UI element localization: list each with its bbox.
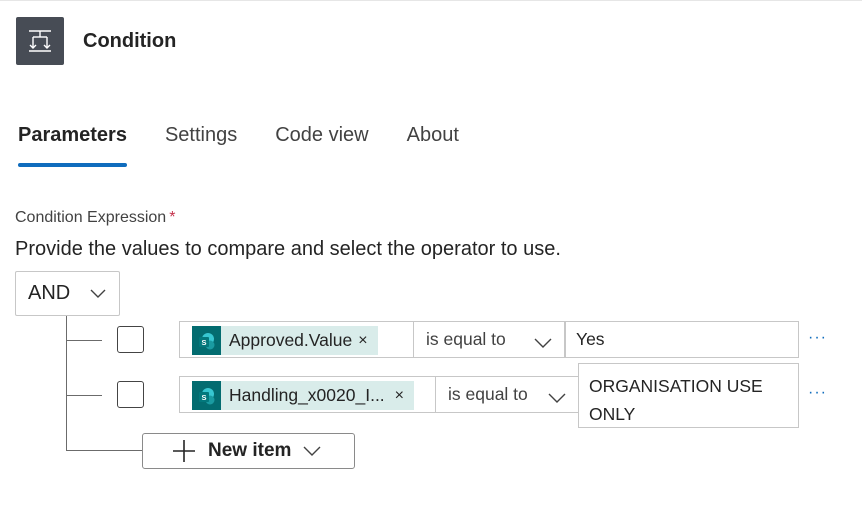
tree-connector-new-item	[66, 450, 142, 451]
tab-about[interactable]: About	[407, 124, 459, 168]
svg-text:S: S	[201, 393, 206, 402]
row-1-more-button[interactable]: ···	[808, 329, 827, 347]
chevron-down-icon	[303, 445, 321, 457]
row-1-token-label: Approved.Value	[229, 330, 353, 350]
chevron-down-icon	[548, 389, 566, 410]
row-2-token-remove[interactable]: ×	[395, 387, 404, 405]
row-1-left-operand[interactable]: S Approved.Value ×	[179, 321, 414, 358]
row-2-value-field[interactable]: ORGANISATION USE ONLY	[578, 363, 799, 428]
plus-icon	[172, 439, 196, 463]
svg-text:S: S	[201, 338, 206, 347]
row-2-left-operand[interactable]: S Handling_x0020_I... ×	[179, 376, 436, 413]
action-title: Condition	[83, 29, 177, 52]
sharepoint-icon: S	[192, 381, 221, 410]
sharepoint-icon: S	[192, 326, 221, 355]
condition-icon	[16, 17, 64, 65]
row-2-token: S Handling_x0020_I... ×	[192, 381, 415, 410]
group-operator-dropdown[interactable]: AND	[15, 271, 120, 316]
tree-connector-row-2	[66, 395, 102, 396]
tab-parameters[interactable]: Parameters	[18, 124, 127, 168]
row-1-token-remove[interactable]: ×	[358, 332, 367, 350]
required-marker: *	[169, 209, 176, 226]
row-1-checkbox[interactable]	[117, 326, 144, 353]
tab-bar: Parameters Settings Code view About	[18, 124, 497, 168]
row-1-operator-dropdown[interactable]: is equal to	[413, 321, 565, 358]
row-2-operator-value: is equal to	[448, 384, 528, 404]
row-2-value-line-1: ORGANISATION USE	[589, 376, 763, 396]
action-header: Condition	[16, 17, 176, 65]
row-2-value-line-2: ONLY	[589, 404, 636, 424]
row-1-token: S Approved.Value ×	[192, 326, 378, 355]
condition-expression-label-text: Condition Expression	[15, 209, 167, 226]
condition-description: Provide the values to compare and select…	[15, 238, 561, 260]
row-1-operator-value: is equal to	[426, 329, 506, 349]
tab-code-view[interactable]: Code view	[275, 124, 368, 168]
row-1-value-field[interactable]: Yes	[565, 321, 799, 358]
chevron-down-icon	[534, 334, 552, 355]
row-2-more-button[interactable]: ···	[808, 384, 827, 402]
row-2-checkbox[interactable]	[117, 381, 144, 408]
top-divider	[0, 0, 862, 1]
row-2-operator-dropdown[interactable]: is equal to	[435, 376, 579, 413]
group-operator-value: AND	[28, 282, 71, 304]
tree-connector-row-1	[66, 340, 102, 341]
chevron-down-icon	[89, 285, 107, 309]
new-item-button[interactable]: New item	[142, 433, 355, 469]
row-2-token-label: Handling_x0020_I...	[229, 385, 385, 405]
tree-connector-vertical	[66, 316, 67, 451]
condition-expression-label: Condition Expression *	[15, 209, 175, 227]
new-item-label: New item	[208, 440, 292, 461]
tab-settings[interactable]: Settings	[165, 124, 237, 168]
